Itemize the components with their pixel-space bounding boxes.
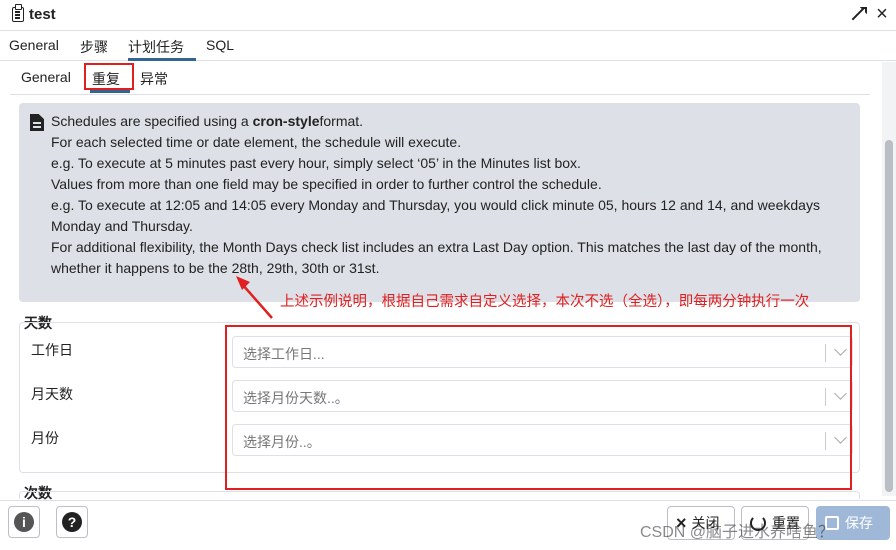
title-bar: test × bbox=[0, 0, 896, 31]
window-title: test bbox=[29, 6, 56, 23]
info-line-4: Values from more than one field may be s… bbox=[51, 176, 602, 192]
monthdays-label: 月天数 bbox=[31, 386, 73, 402]
save-label: 保存 bbox=[845, 515, 873, 531]
months-label: 月份 bbox=[31, 430, 59, 446]
info-line-2: For each selected time or date element, … bbox=[51, 134, 462, 150]
tab-schedules[interactable]: 计划任务 bbox=[128, 37, 196, 61]
info-line-3: e.g. To execute at 5 minutes past every … bbox=[51, 155, 581, 171]
main-tab-bar: General 步骤 计划任务 SQL bbox=[0, 31, 896, 61]
info-button[interactable]: i bbox=[8, 506, 40, 538]
scrollbar-thumb[interactable] bbox=[885, 140, 893, 492]
annotation-highlight-fields bbox=[225, 325, 852, 490]
times-fieldset bbox=[19, 491, 860, 499]
clipboard-icon bbox=[12, 4, 24, 22]
info-line-8: whether it happens to be the 28th, 29th,… bbox=[51, 260, 380, 276]
info-line-1: Schedules are specified using a cron-sty… bbox=[51, 113, 364, 129]
maximize-button[interactable] bbox=[848, 4, 868, 24]
close-window-button[interactable]: × bbox=[872, 3, 892, 25]
tab-sql[interactable]: SQL bbox=[206, 37, 234, 61]
info-line-5: e.g. To execute at 12:05 and 14:05 every… bbox=[51, 197, 820, 213]
help-button[interactable]: ? bbox=[56, 506, 88, 538]
subtab-general[interactable]: General bbox=[21, 69, 71, 93]
info-line-7: For additional flexibility, the Month Da… bbox=[51, 239, 822, 255]
help-icon: ? bbox=[62, 512, 82, 532]
info-line-6: Monday and Thursday. bbox=[51, 218, 193, 234]
weekdays-label: 工作日 bbox=[31, 342, 73, 358]
tab-general[interactable]: General bbox=[9, 37, 59, 61]
expand-arrow-icon bbox=[851, 7, 865, 21]
info-icon: i bbox=[14, 512, 34, 532]
tab-steps[interactable]: 步骤 bbox=[80, 37, 108, 61]
annotation-text: 上述示例说明，根据自己需求自定义选择，本次不选（全选），即每两分钟执行一次 bbox=[280, 294, 810, 310]
sub-tab-bar: General 重复 异常 bbox=[10, 62, 870, 95]
watermark: CSDN @脑子进水养啥鱼？ bbox=[640, 524, 835, 541]
annotation-arrow-icon bbox=[236, 276, 273, 319]
subtab-exceptions[interactable]: 异常 bbox=[140, 69, 168, 93]
annotation-highlight-tab bbox=[84, 63, 134, 90]
